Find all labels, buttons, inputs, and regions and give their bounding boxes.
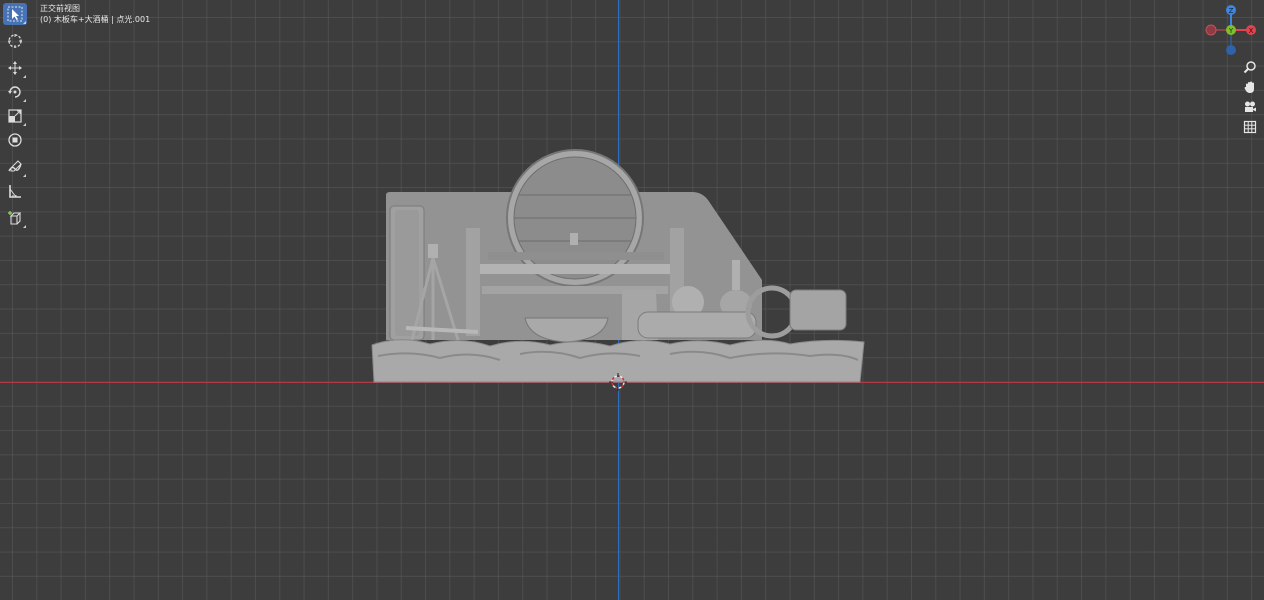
tool-corner-indicator <box>23 21 26 24</box>
negative-z-axis-handle[interactable] <box>1226 45 1236 55</box>
zoom-icon <box>1243 61 1256 74</box>
measure-ruler-icon <box>9 185 21 198</box>
navigation-gizmo[interactable]: Z X Y <box>1200 2 1262 62</box>
cursor-tool[interactable] <box>3 30 27 52</box>
tool-corner-indicator <box>23 225 26 228</box>
tool-corner-indicator <box>23 99 26 102</box>
tool-corner-indicator <box>23 75 26 78</box>
measure-tool[interactable] <box>3 180 27 202</box>
move-tool[interactable] <box>3 57 27 79</box>
y-axis-label: Y <box>1228 27 1234 35</box>
scale-icon <box>8 109 22 123</box>
negative-x-axis-handle[interactable] <box>1205 24 1217 36</box>
3d-cursor-tool-icon <box>8 34 22 48</box>
3d-viewport[interactable] <box>0 0 1264 600</box>
grid-icon <box>1243 120 1257 134</box>
add-cube-icon <box>8 211 22 225</box>
x-axis-label: X <box>1249 27 1254 35</box>
tool-corner-indicator <box>23 123 26 126</box>
zoom-button[interactable] <box>1240 57 1260 77</box>
scale-tool[interactable] <box>3 105 27 127</box>
annotate-tool[interactable] <box>3 156 27 178</box>
tool-corner-indicator <box>23 174 26 177</box>
tool-shelf <box>3 3 28 231</box>
camera-view-button[interactable] <box>1240 97 1260 117</box>
select-box-tool[interactable] <box>3 3 27 25</box>
select-box-icon <box>7 6 23 22</box>
scene-model[interactable] <box>370 140 870 385</box>
collection-info: (0) 木板车+大酒桶 | 点光.001 <box>40 15 151 24</box>
viewport-navigation <box>1240 57 1260 137</box>
rotate-tool[interactable] <box>3 81 27 103</box>
rotate-icon <box>8 86 21 98</box>
move-icon <box>8 61 22 75</box>
camera-icon <box>1245 101 1256 112</box>
viewport-info: 正交前视图 (0) 木板车+大酒桶 | 点光.001 <box>40 3 150 25</box>
pan-button[interactable] <box>1240 77 1260 97</box>
toggle-ortho-button[interactable] <box>1240 117 1260 137</box>
z-axis-label: Z <box>1229 7 1234 15</box>
transform-icon <box>8 133 22 147</box>
annotate-pencil-icon <box>8 160 22 172</box>
3d-cursor-icon[interactable] <box>609 373 627 391</box>
hand-pan-icon <box>1244 81 1254 93</box>
transform-tool[interactable] <box>3 129 27 151</box>
add-cube-tool[interactable] <box>3 207 27 229</box>
view-name: 正交前视图 <box>40 4 80 13</box>
